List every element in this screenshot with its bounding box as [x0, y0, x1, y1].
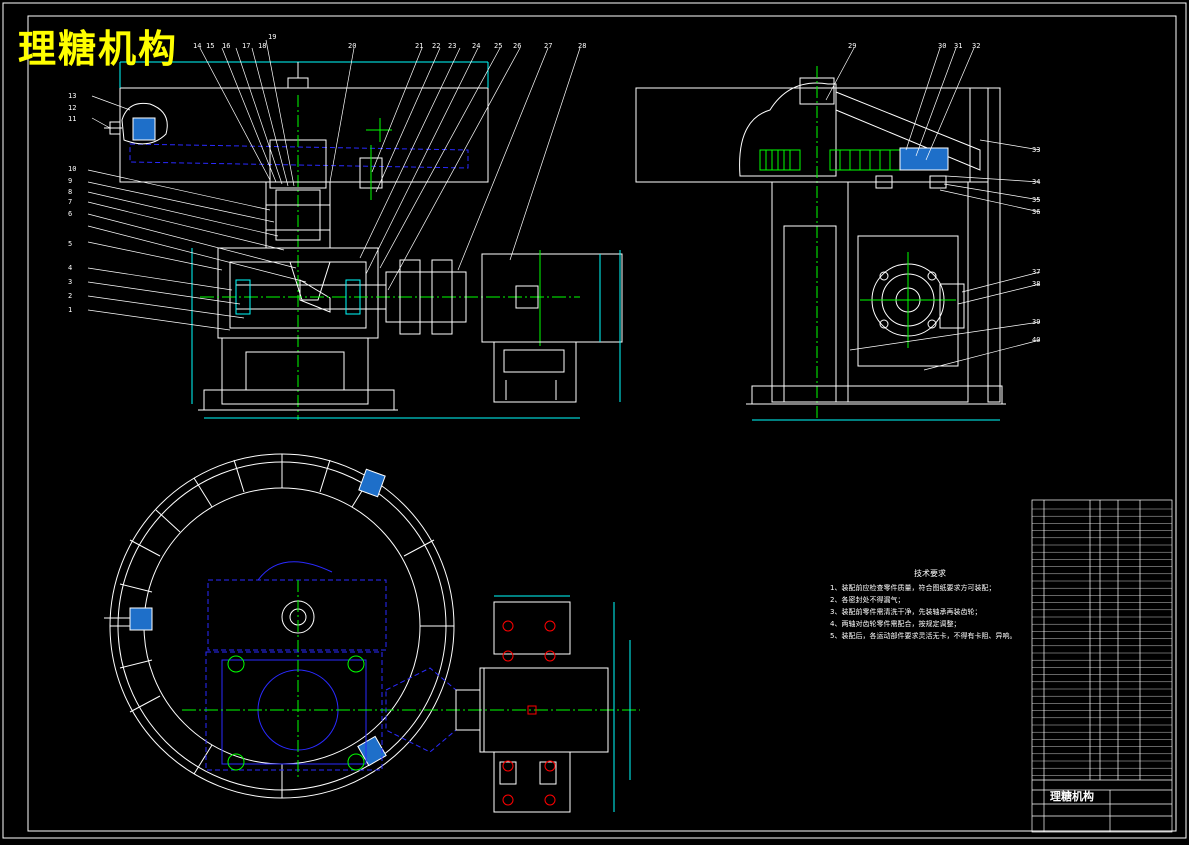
balloon-number: 40 [1032, 336, 1041, 344]
balloon-number: 24 [472, 42, 481, 50]
balloon-number: 9 [68, 177, 73, 185]
leader-lines-front [87, 39, 581, 331]
tech-item: 4、两轴对齿轮零件需配合，按规定调整； [830, 620, 961, 628]
balloon-number: 31 [954, 42, 963, 50]
balloon-number: 10 [68, 165, 77, 173]
balloon-number: 35 [1032, 196, 1041, 204]
tech-requirements-heading: 技术要求 [914, 569, 946, 578]
balloon-number: 22 [432, 42, 441, 50]
parts-list-table [1031, 499, 1173, 833]
balloon-number: 14 [193, 42, 202, 50]
tech-item: 3、装配前零件需清洗干净，先装轴承再装齿轮； [830, 608, 982, 616]
tech-item: 2、各密封处不得漏气； [830, 596, 905, 604]
balloon-number: 19 [268, 33, 277, 41]
balloon-number: 25 [494, 42, 503, 50]
balloon-number: 37 [1032, 268, 1041, 276]
balloon-number: 13 [68, 92, 77, 100]
balloon-number: 8 [68, 188, 73, 196]
top-view [104, 453, 640, 813]
balloon-number: 6 [68, 210, 73, 218]
balloon-number: 5 [68, 240, 73, 248]
balloon-number: 39 [1032, 318, 1041, 326]
balloon-number: 12 [68, 104, 77, 112]
cad-drawing-sheet: 理糖机构 14 15 16 17 18 19 20 21 22 23 24 25… [0, 0, 1189, 841]
balloon-number: 17 [242, 42, 251, 50]
title-block-name: 理糖机构 [1050, 790, 1094, 803]
drawing-title: 理糖机构 [18, 27, 179, 71]
outer-border [2, 2, 1187, 839]
balloon-number: 7 [68, 198, 73, 206]
inner-border [27, 15, 1177, 832]
balloon-number: 16 [222, 42, 231, 50]
balloon-number: 33 [1032, 146, 1041, 154]
balloon-number: 4 [68, 264, 73, 272]
balloon-number: 38 [1032, 280, 1041, 288]
balloon-number: 18 [258, 42, 267, 50]
tech-item: 5、装配后，各运动部件要求灵活无卡，不得有卡阻、异响。 [830, 632, 1017, 640]
tech-item: 1、装配前应检查零件质量，符合图纸要求方可装配； [830, 584, 996, 592]
balloon-number: 34 [1032, 178, 1041, 186]
balloon-number: 21 [415, 42, 424, 50]
drawing-canvas [2, 2, 1187, 839]
balloon-number: 11 [68, 115, 77, 123]
balloon-number: 29 [848, 42, 857, 50]
balloon-number: 32 [972, 42, 981, 50]
balloon-number: 28 [578, 42, 587, 50]
balloon-number: 26 [513, 42, 522, 50]
balloon-number: 1 [68, 306, 73, 314]
balloon-number: 2 [68, 292, 73, 300]
parts-list-rows [1032, 508, 1172, 776]
balloon-number: 20 [348, 42, 357, 50]
balloon-number: 30 [938, 42, 947, 50]
balloon-number: 23 [448, 42, 457, 50]
side-view [635, 66, 1006, 421]
balloon-number: 15 [206, 42, 215, 50]
balloon-number: 27 [544, 42, 553, 50]
tech-requirements: 技术要求 1、装配前应检查零件质量，符合图纸要求方可装配； 2、各密封处不得漏气… [830, 568, 1030, 642]
balloon-number: 3 [68, 278, 73, 286]
balloon-number: 36 [1032, 208, 1041, 216]
front-view [104, 61, 623, 420]
